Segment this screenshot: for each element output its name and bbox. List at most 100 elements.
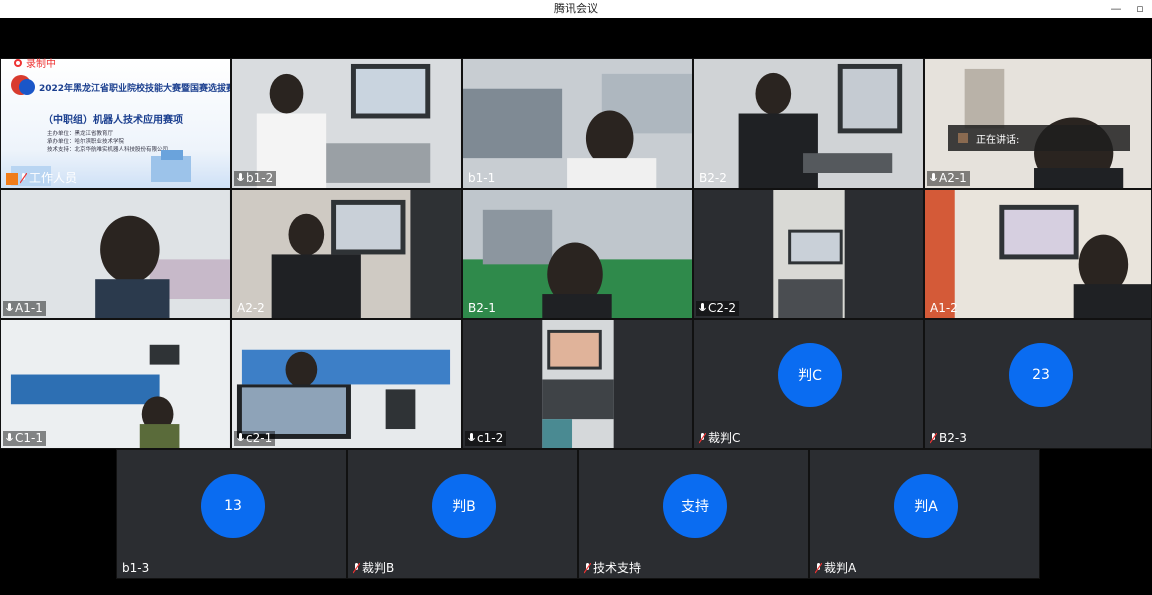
- mic-muted-icon: [20, 173, 27, 184]
- participant-name: b1-3: [122, 561, 150, 575]
- video-grid: 录制中 2022年黑龙江省职业院校技能大赛暨国赛选拔赛 （中职组）机器人技术应用…: [0, 18, 1152, 595]
- tile-label: 裁判C: [696, 431, 743, 446]
- video-tile[interactable]: b1-2: [231, 58, 462, 189]
- tile-label: C2-2: [696, 301, 739, 316]
- video-tile[interactable]: c2-1: [231, 319, 462, 449]
- record-icon: [14, 58, 22, 67]
- participant-name: 裁判B: [362, 561, 395, 575]
- participant-avatar: 13: [201, 474, 265, 538]
- slide-subtitle: （中职组）机器人技术应用赛项: [43, 115, 183, 126]
- video-tile[interactable]: A1-2: [924, 189, 1152, 319]
- tile-label: c1-2: [465, 431, 507, 446]
- tile-label: b1-1: [465, 171, 498, 186]
- participant-name: C2-2: [708, 301, 736, 315]
- tile-label: c2-1: [234, 431, 276, 446]
- mic-icon: [237, 433, 244, 441]
- participant-name: A1-2: [930, 301, 958, 315]
- tile-label: A2-2: [234, 301, 268, 316]
- mic-icon: [930, 173, 937, 181]
- slide-content: 2022年黑龙江省职业院校技能大赛暨国赛选拔赛 （中职组）机器人技术应用赛项 主…: [1, 59, 230, 188]
- tile-label: B2-1: [465, 301, 499, 316]
- logo-icon: [11, 75, 35, 95]
- participant-name: C1-1: [15, 431, 43, 445]
- avatar-tile[interactable]: 支持 技术支持: [578, 449, 809, 579]
- restore-icon[interactable]: ▫: [1134, 0, 1146, 18]
- participant-name: B2-3: [939, 431, 967, 445]
- tile-label: A2-1: [927, 171, 970, 186]
- camera-feed: [463, 320, 692, 448]
- camera-feed: [925, 190, 1151, 318]
- avatar-tile[interactable]: 判B 裁判B: [347, 449, 578, 579]
- participant-name: 技术支持: [593, 561, 642, 575]
- mic-icon: [699, 303, 706, 311]
- video-tile[interactable]: A1-1: [0, 189, 231, 319]
- mic-icon: [468, 433, 475, 441]
- camera-feed: [232, 59, 461, 188]
- slide-title: 2022年黑龙江省职业院校技能大赛暨国赛选拔赛: [39, 84, 231, 94]
- participant-name: B2-1: [468, 301, 496, 315]
- avatar-tile[interactable]: 23 B2-3: [924, 319, 1152, 449]
- video-tile[interactable]: B2-2: [693, 58, 924, 189]
- tile-label: 工作人员: [3, 171, 80, 186]
- camera-feed: [1, 320, 230, 448]
- tile-label: A1-1: [3, 301, 46, 316]
- recording-label: 录制中: [26, 59, 56, 70]
- tile-label: 裁判A: [812, 561, 859, 576]
- participant-name: b1-1: [468, 171, 496, 185]
- mic-icon: [6, 303, 13, 311]
- camera-feed: [694, 190, 923, 318]
- recording-indicator[interactable]: 录制中: [14, 55, 56, 70]
- mic-muted-icon: [353, 563, 360, 574]
- video-tile[interactable]: B2-1: [462, 189, 693, 319]
- tile-label: C1-1: [3, 431, 46, 446]
- tile-label: b1-3: [119, 561, 152, 576]
- video-tile[interactable]: A2-1: [924, 58, 1152, 189]
- video-tile[interactable]: b1-1: [462, 58, 693, 189]
- participant-name: B2-2: [699, 171, 727, 185]
- participant-name: c2-1: [246, 431, 273, 445]
- video-tile[interactable]: C2-2: [693, 189, 924, 319]
- speaking-indicator: 正在讲话:: [948, 125, 1130, 151]
- participant-avatar: 判B: [432, 474, 496, 538]
- camera-feed: [925, 59, 1151, 188]
- mic-muted-icon: [815, 563, 822, 574]
- participant-avatar: 判C: [778, 343, 842, 407]
- minimize-icon[interactable]: —: [1110, 0, 1122, 18]
- tile-label: 技术支持: [581, 561, 644, 576]
- video-tile[interactable]: C1-1: [0, 319, 231, 449]
- window-titlebar: 腾讯会议 — ▫: [0, 0, 1152, 18]
- video-tile[interactable]: c1-2: [462, 319, 693, 449]
- slide-line: 主办单位：黑龙江省教育厅: [47, 131, 114, 137]
- camera-feed: [232, 190, 461, 318]
- video-tile[interactable]: A2-2: [231, 189, 462, 319]
- avatar-tile[interactable]: 判C 裁判C: [693, 319, 924, 449]
- participant-avatar: 支持: [663, 474, 727, 538]
- camera-feed: [694, 59, 923, 188]
- participant-name: A1-1: [15, 301, 43, 315]
- speaker-avatar-icon: [958, 133, 968, 143]
- participant-name: A2-1: [939, 171, 967, 185]
- camera-feed: [463, 190, 692, 318]
- avatar-tile[interactable]: 判A 裁判A: [809, 449, 1040, 579]
- participant-name: 工作人员: [29, 171, 78, 185]
- avatar-tile[interactable]: 13 b1-3: [116, 449, 347, 579]
- slide-line: 承办单位：哈尔滨职业技术学院: [47, 139, 125, 145]
- tile-label: B2-2: [696, 171, 730, 186]
- speaking-label: 正在讲话:: [976, 134, 1020, 146]
- mic-icon: [237, 173, 244, 181]
- participant-name: A2-2: [237, 301, 265, 315]
- participant-name: c1-2: [477, 431, 504, 445]
- host-icon: [6, 172, 18, 185]
- video-tile-staff[interactable]: 2022年黑龙江省职业院校技能大赛暨国赛选拔赛 （中职组）机器人技术应用赛项 主…: [0, 58, 231, 189]
- tile-label: B2-3: [927, 431, 970, 446]
- tile-label: 裁判B: [350, 561, 397, 576]
- participant-avatar: 判A: [894, 474, 958, 538]
- participant-name: 裁判C: [708, 431, 741, 445]
- mic-muted-icon: [699, 433, 706, 444]
- camera-feed: [463, 59, 692, 188]
- camera-feed: [1, 190, 230, 318]
- mic-icon: [6, 433, 13, 441]
- participant-avatar: 23: [1009, 343, 1073, 407]
- tile-label: b1-2: [234, 171, 277, 186]
- camera-feed: [232, 320, 461, 448]
